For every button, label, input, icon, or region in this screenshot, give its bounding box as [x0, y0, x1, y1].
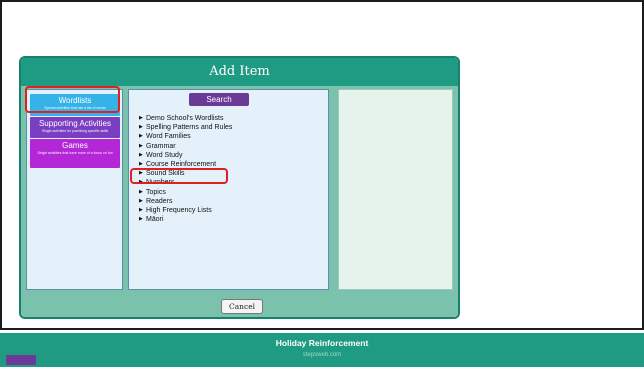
tree-item-label: Demo School's Wordlists	[146, 115, 224, 122]
tree-item-course-reinforcement[interactable]: ▶ Course Reinforcement	[139, 160, 232, 169]
category-games-title: Games	[62, 141, 88, 150]
expand-arrow-icon: ▶	[139, 179, 143, 186]
tree-item[interactable]: ▶ Numbers	[139, 178, 232, 187]
expand-arrow-icon: ▶	[139, 115, 143, 121]
category-supporting-subtitle: Single activities for practicing specifi…	[41, 129, 109, 133]
tree-item-label: Readers	[146, 197, 173, 205]
tree-item[interactable]: ▶ Demo School's Wordlists	[139, 114, 232, 123]
category-wordlists-subtitle: Spread activities that use a list of wor…	[44, 106, 106, 110]
expand-arrow-icon: ▶	[139, 216, 143, 223]
category-supporting-activities[interactable]: Supporting Activities Single activities …	[30, 117, 120, 138]
tree-item-label: High Frequency Lists	[146, 206, 212, 214]
tree-item-label: Sound Skills	[146, 170, 185, 178]
category-supporting-title: Supporting Activities	[38, 119, 112, 128]
search-button[interactable]: Search	[189, 93, 249, 106]
tree-item[interactable]: ▶ Spelling Patterns and Rules	[139, 123, 232, 132]
footer-url: stepsweb.com	[302, 352, 342, 358]
expand-arrow-icon: ▶	[139, 151, 143, 158]
tree-item[interactable]: ▶ Readers	[139, 197, 232, 206]
tree-item-label: Word Families	[146, 133, 191, 141]
dialog-body: Wordlists Spread activities that use a l…	[21, 86, 458, 317]
category-games[interactable]: Games Single activities that have more o…	[30, 139, 120, 168]
dialog-title: Add Item	[21, 58, 458, 86]
category-games-subtitle: Single activities that have more of a fo…	[37, 151, 113, 155]
tree-item[interactable]: ▶ High Frequency Lists	[139, 206, 232, 215]
wordlist-tree-panel: Search ▶ Demo School's Wordlists ▶ Spellin…	[128, 89, 329, 290]
expand-arrow-icon: ▶	[139, 170, 143, 177]
expand-arrow-icon: ▶	[139, 197, 143, 204]
tree-item[interactable]: ▶ Māori	[139, 215, 232, 224]
tree-item[interactable]: ▶ Word Families	[139, 132, 232, 141]
category-wordlists-title: Wordlists	[58, 96, 92, 105]
category-panel: Wordlists Spread activities that use a l…	[26, 89, 123, 290]
expand-arrow-icon: ▶	[139, 133, 143, 140]
tree-item-label: Spelling Patterns and Rules	[146, 124, 233, 132]
tree-item[interactable]: ▶ Sound Skills	[139, 169, 232, 178]
tree-item-label: Grammar	[146, 142, 176, 150]
tree-item-label: Numbers	[146, 179, 175, 187]
cancel-button[interactable]: Cancel	[221, 299, 263, 314]
expand-arrow-icon: ▶	[139, 188, 143, 195]
wordlist-tree: ▶ Demo School's Wordlists ▶ Spelling Patte…	[139, 114, 232, 224]
expand-arrow-icon: ▶	[139, 124, 143, 131]
expand-arrow-icon: ▶	[139, 160, 143, 167]
footer-bar: Holiday Reinforcement stepsweb.com	[0, 333, 644, 367]
tree-item-label: Māori	[146, 216, 164, 224]
tree-item[interactable]: ▶ Grammar	[139, 142, 232, 151]
tree-item-label: Word Study	[146, 151, 183, 159]
add-item-dialog: Add Item Wordlists Spread activities tha…	[19, 56, 460, 319]
category-wordlists[interactable]: Wordlists Spread activities that use a l…	[30, 94, 120, 116]
expand-arrow-icon: ▶	[139, 206, 143, 213]
tree-item-label: Course Reinforcement	[146, 160, 217, 168]
tree-item-label: Topics	[146, 188, 166, 196]
tree-item[interactable]: ▶ Word Study	[139, 151, 232, 160]
preview-panel	[338, 89, 453, 290]
tree-item[interactable]: ▶ Topics	[139, 188, 232, 197]
expand-arrow-icon: ▶	[139, 142, 143, 149]
footer-title: Holiday Reinforcement	[275, 338, 369, 348]
